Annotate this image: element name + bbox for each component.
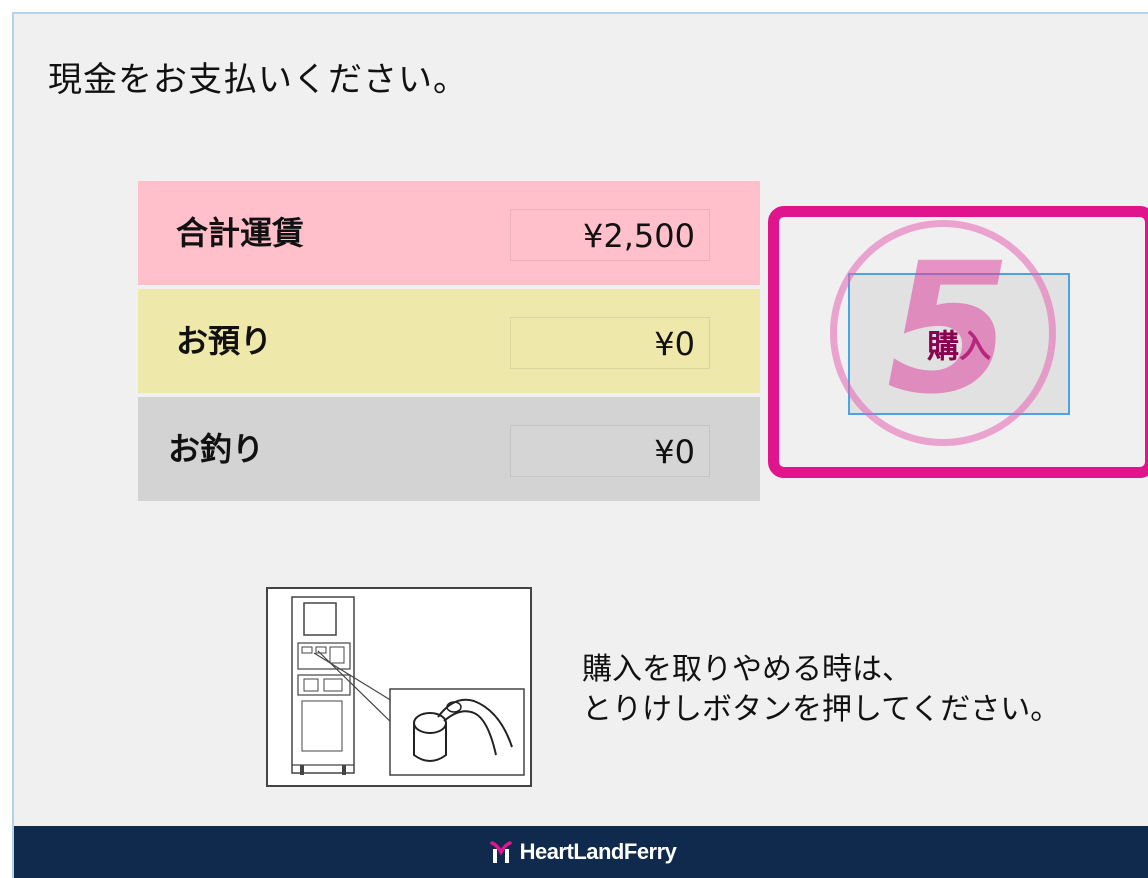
- total-fare-value: ¥2,500: [510, 209, 710, 261]
- instruction-text: 現金をお支払いください。: [48, 60, 468, 100]
- deposit-label: お預り: [176, 322, 273, 360]
- change-row: お釣り ¥0: [138, 397, 760, 501]
- cancel-instruction-line1: 購入を取りやめる時は、: [582, 652, 912, 687]
- ticket-machine-icon: [291, 596, 525, 776]
- cancel-instruction: 購入を取りやめる時は、 とりけしボタンを押してください。: [582, 650, 1060, 730]
- brand-name: HeartLandFerry: [519, 839, 677, 864]
- change-label: お釣り: [168, 430, 265, 468]
- payment-screen: 現金をお支払いください。 合計運賃 ¥2,500 お預り ¥0 お釣り ¥0 購…: [12, 12, 1148, 878]
- change-value: ¥0: [510, 425, 710, 477]
- total-fare-label: 合計運賃: [176, 214, 305, 252]
- total-fare-row: 合計運賃 ¥2,500: [138, 181, 760, 285]
- heartland-logo-icon: [489, 841, 512, 863]
- buy-button[interactable]: 購入: [848, 273, 1070, 415]
- deposit-row: お預り ¥0: [138, 289, 760, 393]
- deposit-value: ¥0: [510, 317, 710, 369]
- cancel-button-illustration: [266, 587, 532, 787]
- brand-logo: HeartLandFerry: [488, 839, 677, 865]
- footer-bar: HeartLandFerry: [14, 826, 1148, 878]
- cancel-instruction-line2: とりけしボタンを押してください。: [582, 692, 1061, 727]
